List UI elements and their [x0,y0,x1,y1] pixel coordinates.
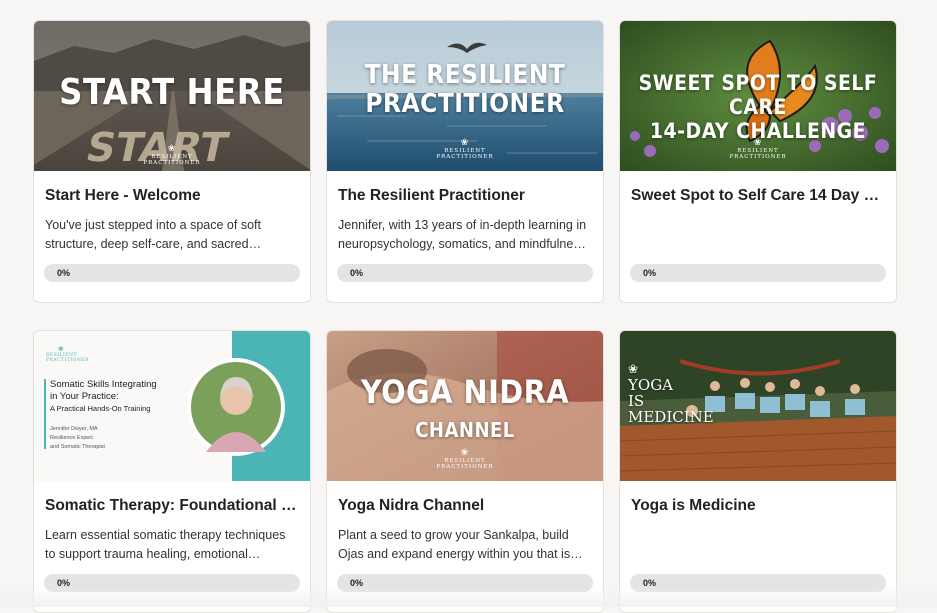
course-title[interactable]: The Resilient Practitioner [338,187,592,205]
thumbnail-title: START HERE [59,72,285,113]
accent-line [44,379,46,449]
lotus-icon: ❀ [460,138,470,148]
course-thumbnail: ❀ RESILIENT PRACTITIONER Somatic Skills … [34,331,310,481]
progress-label: 0% [643,578,657,588]
course-card-sweet-spot[interactable]: SWEET SPOT TO SELF CARE 14-DAY CHALLENGE… [619,20,897,303]
thumbnail-title: ❀ YOGA IS MEDICINE [628,362,714,426]
course-title[interactable]: Start Here - Welcome [45,187,299,205]
lotus-icon: ❀ [167,144,177,154]
course-thumbnail: YOGA NIDRA CHANNEL ❀ RESILIENT PRACTITIO… [327,331,603,481]
course-title[interactable]: Yoga is Medicine [631,497,885,515]
course-description: Plant a seed to grow your Sankalpa, buil… [338,528,571,561]
brand-logo: ❀ RESILIENT PRACTITIONER [620,138,896,161]
progress-label: 0% [350,578,364,588]
lotus-icon: ❀ [57,345,65,353]
lotus-icon: ❀ [753,138,763,148]
course-description: Jennifer, with 13 years of in-depth lear… [338,218,590,251]
progress-label: 0% [57,578,71,588]
thumbnail-title: YOGA NIDRA CHANNEL [360,373,570,442]
course-card-resilient-practitioner[interactable]: THE RESILIENT PRACTITIONER ❀ RESILIENT P… [326,20,604,303]
brand-logo: ❀ RESILIENT PRACTITIONER [46,345,89,363]
thumbnail-title: THE RESILIENT PRACTITIONER [364,60,566,119]
course-title[interactable]: Yoga Nidra Channel [338,497,592,515]
progress-label: 0% [643,268,657,278]
lotus-icon: ❀ [628,362,639,376]
course-thumbnail: SWEET SPOT TO SELF CARE 14-DAY CHALLENGE… [620,21,896,171]
progress-bar: 0% [337,264,593,282]
course-card-start-here[interactable]: START START HERE ❀ RESILIENT PRACTITIONE… [33,20,311,303]
instructor-photo [187,358,285,456]
progress-label: 0% [350,268,364,278]
instructor-credits: Jennifer Dwyer, MA Resilience Expert and… [50,426,105,450]
course-description [631,216,885,254]
course-description: Learn essential somatic therapy techniqu… [45,528,286,561]
thumbnail-title: SWEET SPOT TO SELF CARE 14-DAY CHALLENGE [638,71,878,143]
progress-bar: 0% [337,574,593,592]
progress-label: 0% [57,268,71,278]
course-thumbnail: START START HERE ❀ RESILIENT PRACTITIONE… [34,21,310,171]
brand-logo: ❀ RESILIENT PRACTITIONER [327,448,603,471]
course-title[interactable]: Somatic Therapy: Foundational Tools for … [45,497,299,515]
lotus-icon: ❀ [460,448,470,458]
progress-bar: 0% [44,264,300,282]
progress-bar: 0% [44,574,300,592]
brand-logo: ❀ RESILIENT PRACTITIONER [327,138,603,161]
course-thumbnail: THE RESILIENT PRACTITIONER ❀ RESILIENT P… [327,21,603,171]
course-thumbnail: ❀ YOGA IS MEDICINE [620,331,896,481]
brand-logo: ❀ RESILIENT PRACTITIONER [34,144,310,167]
course-card-yoga-is-medicine[interactable]: ❀ YOGA IS MEDICINE Yoga is Medicine 0% [619,330,897,613]
thumbnail-heading: Somatic Skills Integrating in Your Pract… [50,379,157,413]
course-description [631,526,885,564]
course-card-somatic-therapy[interactable]: ❀ RESILIENT PRACTITIONER Somatic Skills … [33,330,311,613]
course-card-yoga-nidra[interactable]: YOGA NIDRA CHANNEL ❀ RESILIENT PRACTITIO… [326,330,604,613]
progress-bar: 0% [630,574,886,592]
progress-bar: 0% [630,264,886,282]
course-description: You've just stepped into a space of soft… [45,218,261,251]
course-title[interactable]: Sweet Spot to Self Care 14 Day Challenge [631,187,885,205]
